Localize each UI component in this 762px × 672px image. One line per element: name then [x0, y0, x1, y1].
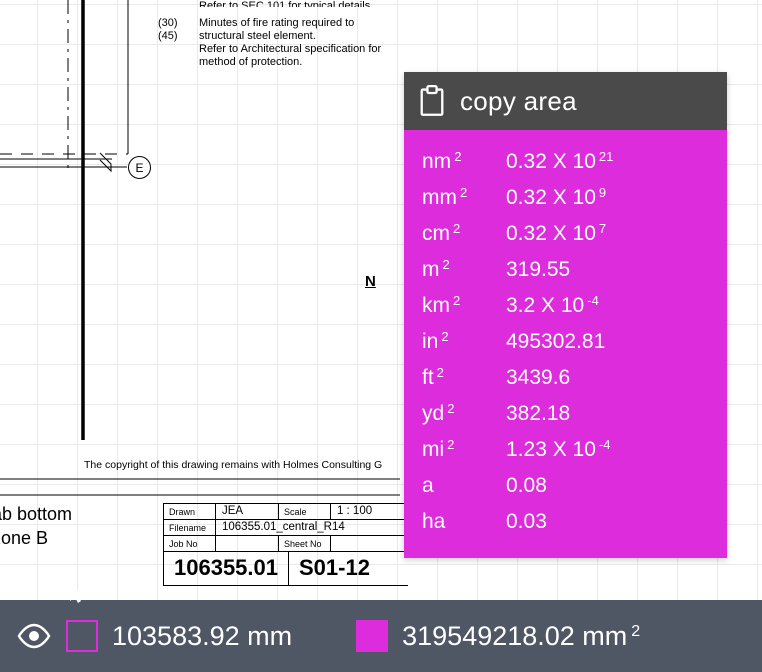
unit-value: 495302.81 [506, 330, 605, 354]
unit-label: in2 [422, 330, 488, 354]
unit-row-ha[interactable]: ha 0.03 [422, 504, 709, 540]
unit-value: 382.18 [506, 402, 570, 426]
area-readout: 319549218.02 mm2 [402, 621, 640, 652]
unit-value: 1.23 X 10-4 [506, 438, 610, 462]
unit-row-nm[interactable]: nm2 0.32 X 1021 [422, 144, 709, 180]
unit-value: 3439.6 [506, 366, 570, 390]
unit-row-cm[interactable]: cm2 0.32 X 107 [422, 216, 709, 252]
tb-label-drawn: Drawn [164, 504, 216, 519]
copy-area-popup: copy area nm2 0.32 X 1021 mm2 0.32 X 109 cm2… [404, 72, 727, 558]
note-line-2: structural steel element. [199, 30, 316, 43]
grid-bubble-e: E [128, 156, 151, 179]
unit-row-yd[interactable]: yd2 382.18 [422, 396, 709, 432]
unit-row-mi[interactable]: mi2 1.23 X 10-4 [422, 432, 709, 468]
note-line-1: Minutes of fire rating required to [199, 17, 354, 30]
unit-label: mm2 [422, 186, 488, 210]
tb-value-jobno: 106355.01 [164, 552, 288, 585]
north-label: N [365, 273, 376, 290]
area-exponent: 2 [631, 623, 640, 641]
cursor-icon [69, 580, 87, 611]
length-readout: 103583.92 mm [112, 621, 292, 652]
unit-value: 0.32 X 109 [506, 186, 606, 210]
unit-row-a[interactable]: a 0.08 [422, 468, 709, 504]
left-text-row-2: zone B [0, 528, 48, 549]
clipboard-icon [418, 85, 446, 117]
tb-label-sheetno: Sheet No [279, 535, 331, 551]
unit-conversion-list: nm2 0.32 X 1021 mm2 0.32 X 109 cm2 0.32 X 107… [404, 130, 727, 558]
copy-area-label: copy area [460, 86, 577, 117]
left-text-row-1: ab bottom [0, 504, 72, 525]
copy-area-button[interactable]: copy area [404, 72, 727, 130]
unit-row-ft[interactable]: ft2 3439.6 [422, 360, 709, 396]
status-bar: 103583.92 mm 319549218.02 mm2 [0, 600, 762, 672]
titleblock: Drawn JEA Scale 1 : 100 Filename 106355.… [163, 503, 408, 586]
unit-value: 0.32 X 1021 [506, 150, 613, 174]
tb-label-jobno: Job No [164, 535, 216, 551]
copyright-text: The copyright of this drawing remains wi… [84, 459, 382, 471]
note-bullet-45: (45) [158, 30, 178, 43]
length-value: 103583.92 mm [112, 621, 292, 652]
tb-value-filename: 106355.01_central_R14 [216, 519, 408, 535]
unit-label: a [422, 474, 488, 498]
unit-label: ft2 [422, 366, 488, 390]
unit-label: cm2 [422, 222, 488, 246]
unit-row-km[interactable]: km2 3.2 X 10-4 [422, 288, 709, 324]
unit-row-mm[interactable]: mm2 0.32 X 109 [422, 180, 709, 216]
note-bullet-30: (30) [158, 17, 178, 30]
area-swatch[interactable] [356, 620, 388, 652]
tb-label-scale: Scale [279, 504, 331, 519]
tb-value-drawn: JEA [216, 504, 279, 519]
area-value: 319549218.02 mm [402, 621, 627, 652]
note-truncated: Refer to SEC 101 for typical details. [199, 0, 409, 7]
unit-label: mi2 [422, 438, 488, 462]
unit-row-m[interactable]: m2 319.55 [422, 252, 709, 288]
unit-value: 0.08 [506, 474, 547, 498]
unit-value: 319.55 [506, 258, 570, 282]
note-line-3: Refer to Architectural specification for [199, 43, 381, 56]
unit-label: nm2 [422, 150, 488, 174]
unit-label: yd2 [422, 402, 488, 426]
length-swatch[interactable] [66, 620, 98, 652]
visibility-toggle[interactable] [16, 623, 52, 649]
unit-label: km2 [422, 294, 488, 318]
unit-value: 0.03 [506, 510, 547, 534]
unit-value: 0.32 X 107 [506, 222, 606, 246]
unit-label: ha [422, 510, 488, 534]
unit-value: 3.2 X 10-4 [506, 294, 599, 318]
tb-value-sheetno: S01-12 [289, 552, 380, 585]
note-line-4: method of protection. [199, 56, 302, 69]
unit-label: m2 [422, 258, 488, 282]
tb-label-filename: Filename [164, 519, 216, 535]
tb-value-scale: 1 : 100 [331, 504, 408, 519]
unit-row-in[interactable]: in2 495302.81 [422, 324, 709, 360]
